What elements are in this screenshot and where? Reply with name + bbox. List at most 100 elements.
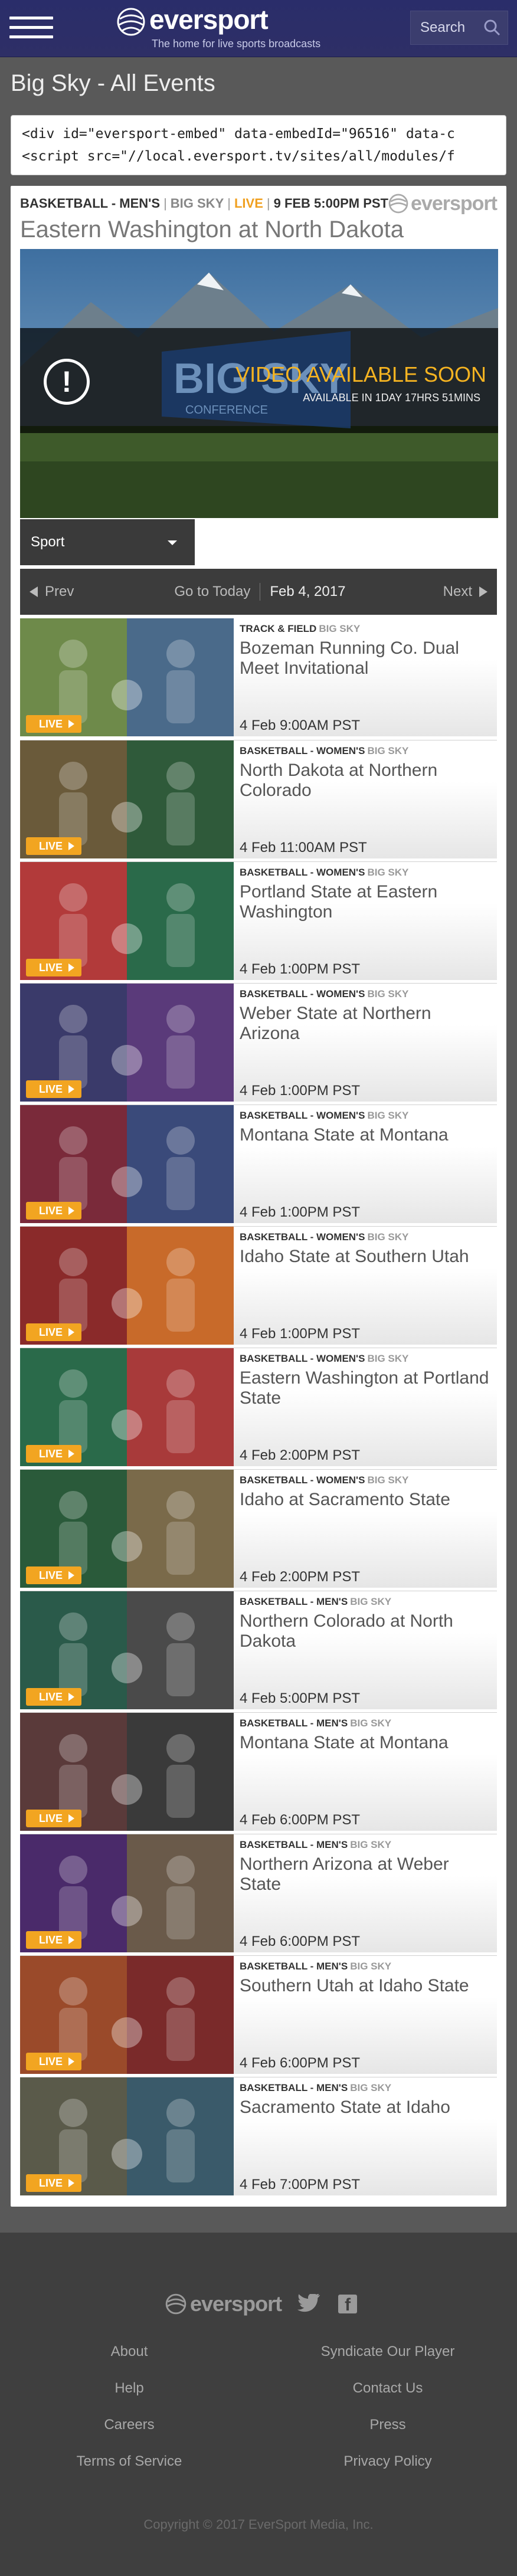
event-title[interactable]: Idaho State at Southern Utah xyxy=(240,1247,491,1267)
event-row[interactable]: LIVE BASKETBALL - MEN'S BIG SKY Sacramento … xyxy=(20,2077,497,2198)
twitter-icon[interactable] xyxy=(297,2294,320,2314)
event-sport: BASKETBALL - WOMEN'S xyxy=(240,1474,365,1486)
live-badge[interactable]: LIVE xyxy=(26,837,81,855)
event-thumbnail[interactable]: LIVE xyxy=(20,1470,234,1588)
event-row[interactable]: LIVE BASKETBALL - WOMEN'S BIG SKY Montana S… xyxy=(20,1105,497,1226)
embed-code-box[interactable]: <div id="eversport-embed" data-embedId="… xyxy=(11,115,506,175)
event-info: BASKETBALL - WOMEN'S BIG SKY Idaho at Sacr… xyxy=(234,1470,497,1588)
event-thumbnail[interactable]: LIVE xyxy=(20,984,234,1102)
live-label: LIVE xyxy=(39,1083,63,1095)
event-thumbnail[interactable]: LIVE xyxy=(20,1227,234,1345)
event-category: BASKETBALL - MEN'S BIG SKY xyxy=(240,1718,491,1729)
event-thumbnail[interactable]: LIVE xyxy=(20,618,234,736)
facebook-icon[interactable]: f xyxy=(338,2295,358,2315)
live-badge[interactable]: LIVE xyxy=(26,1931,81,1949)
event-title[interactable]: Southern Utah at Idaho State xyxy=(240,1976,491,1996)
video-player[interactable]: BIG SKY CONFERENCE ! VIDEO AVAILABLE SOO… xyxy=(20,249,498,518)
site-footer: eversport f About Syndicate Our Player Hel… xyxy=(0,2233,517,2576)
event-row[interactable]: LIVE BASKETBALL - WOMEN'S BIG SKY Idaho Sta… xyxy=(20,1226,497,1348)
event-thumbnail[interactable]: LIVE xyxy=(20,1834,234,1952)
play-icon xyxy=(68,1814,75,1823)
event-row[interactable]: LIVE TRACK & FIELD BIG SKY Bozeman Running … xyxy=(20,618,497,740)
footer-link[interactable]: Contact Us xyxy=(258,2380,517,2417)
live-badge[interactable]: LIVE xyxy=(26,2053,81,2070)
event-title[interactable]: Sacramento State at Idaho xyxy=(240,2097,491,2118)
search-icon[interactable] xyxy=(480,16,504,40)
event-row[interactable]: LIVE BASKETBALL - WOMEN'S BIG SKY North Dak… xyxy=(20,740,497,861)
event-thumbnail[interactable]: LIVE xyxy=(20,2077,234,2195)
event-row[interactable]: LIVE BASKETBALL - WOMEN'S BIG SKY Eastern W… xyxy=(20,1348,497,1469)
go-to-today-button[interactable]: Go to Today xyxy=(174,584,250,600)
event-title[interactable]: Weber State at Northern Arizona xyxy=(240,1004,491,1044)
footer-link[interactable]: Press xyxy=(258,2417,517,2453)
event-info: BASKETBALL - MEN'S BIG SKY Southern Utah a… xyxy=(234,1956,497,2074)
event-thumbnail[interactable]: LIVE xyxy=(20,1105,234,1223)
event-row[interactable]: LIVE BASKETBALL - MEN'S BIG SKY Montana Sta… xyxy=(20,1712,497,1834)
brand-logo[interactable]: eversport The home for live sports broad… xyxy=(116,4,352,51)
footer-link[interactable]: Help xyxy=(0,2380,258,2417)
live-badge[interactable]: LIVE xyxy=(26,1080,81,1098)
event-thumbnail[interactable]: LIVE xyxy=(20,1713,234,1831)
next-day-button[interactable]: Next xyxy=(443,584,487,600)
live-label: LIVE xyxy=(39,840,63,852)
eversport-logo-icon[interactable] xyxy=(165,2293,186,2315)
search-input[interactable] xyxy=(411,19,480,36)
footer-link[interactable]: Careers xyxy=(0,2417,258,2453)
event-row[interactable]: LIVE BASKETBALL - MEN'S BIG SKY Northern Co… xyxy=(20,1591,497,1712)
eversport-logo-icon xyxy=(117,8,145,36)
event-row[interactable]: LIVE BASKETBALL - MEN'S BIG SKY Northern Ar… xyxy=(20,1834,497,1955)
live-badge[interactable]: LIVE xyxy=(26,1688,81,1706)
footer-link[interactable]: Syndicate Our Player xyxy=(258,2344,517,2380)
event-row[interactable]: LIVE BASKETBALL - WOMEN'S BIG SKY Weber Sta… xyxy=(20,983,497,1105)
menu-icon[interactable] xyxy=(9,17,53,40)
footer-link[interactable]: About xyxy=(0,2344,258,2380)
next-label: Next xyxy=(443,584,472,599)
event-sport: BASKETBALL - WOMEN'S xyxy=(240,988,365,999)
live-badge[interactable]: LIVE xyxy=(26,1202,81,1220)
event-title[interactable]: Northern Colorado at North Dakota xyxy=(240,1611,491,1651)
event-thumbnail[interactable]: LIVE xyxy=(20,1348,234,1466)
event-title[interactable]: Eastern Washington at Portland State xyxy=(240,1368,491,1408)
sport-filter-select[interactable]: Sport xyxy=(20,519,195,565)
event-title[interactable]: Montana State at Montana xyxy=(240,1733,491,1753)
live-badge[interactable]: LIVE xyxy=(26,1566,81,1584)
prev-day-button[interactable]: Prev xyxy=(30,584,74,600)
event-title[interactable]: Northern Arizona at Weber State xyxy=(240,1854,491,1895)
event-title[interactable]: Montana State at Montana xyxy=(240,1125,491,1145)
event-time: 4 Feb 6:00PM PST xyxy=(240,1933,361,1949)
live-badge[interactable]: LIVE xyxy=(26,1445,81,1463)
event-time: 4 Feb 2:00PM PST xyxy=(240,1569,361,1585)
copyright: Copyright © 2017 EverSport Media, Inc. xyxy=(143,2517,374,2532)
live-badge[interactable]: LIVE xyxy=(26,715,81,733)
play-icon xyxy=(68,1328,75,1336)
event-category: BASKETBALL - WOMEN'S BIG SKY xyxy=(240,1231,491,1243)
current-date[interactable]: Feb 4, 2017 xyxy=(270,584,345,600)
event-category: BASKETBALL - MEN'S BIG SKY xyxy=(240,1596,491,1608)
footer-link[interactable]: Terms of Service xyxy=(0,2453,258,2490)
live-badge[interactable]: LIVE xyxy=(26,1810,81,1827)
event-row[interactable]: LIVE BASKETBALL - WOMEN'S BIG SKY Portland … xyxy=(20,861,497,983)
play-icon xyxy=(68,2057,75,2066)
live-badge[interactable]: LIVE xyxy=(26,959,81,976)
event-thumbnail[interactable]: LIVE xyxy=(20,1591,234,1709)
event-title[interactable]: Portland State at Eastern Washington xyxy=(240,882,491,922)
play-icon xyxy=(68,1450,75,1458)
event-title[interactable]: Idaho at Sacramento State xyxy=(240,1490,491,1510)
footer-link[interactable]: Privacy Policy xyxy=(258,2453,517,2490)
event-conference: BIG SKY xyxy=(350,2082,392,2093)
featured-datetime: 9 FEB 5:00PM PST xyxy=(273,196,388,211)
live-label: LIVE xyxy=(39,2177,63,2189)
event-row[interactable]: LIVE BASKETBALL - WOMEN'S BIG SKY Idaho at … xyxy=(20,1469,497,1591)
event-row[interactable]: LIVE BASKETBALL - MEN'S BIG SKY Southern Ut… xyxy=(20,1955,497,2077)
live-badge[interactable]: LIVE xyxy=(26,2174,81,2192)
event-thumbnail[interactable]: LIVE xyxy=(20,1956,234,2074)
event-title[interactable]: Bozeman Running Co. Dual Meet Invitation… xyxy=(240,638,491,679)
event-category: BASKETBALL - WOMEN'S BIG SKY xyxy=(240,988,491,1000)
event-thumbnail[interactable]: LIVE xyxy=(20,862,234,980)
live-badge[interactable]: LIVE xyxy=(26,1323,81,1341)
events-list: LIVE TRACK & FIELD BIG SKY Bozeman Running … xyxy=(20,618,497,2198)
play-icon xyxy=(68,842,75,850)
footer-brand[interactable]: eversport xyxy=(190,2292,282,2316)
event-title[interactable]: North Dakota at Northern Colorado xyxy=(240,761,491,801)
event-thumbnail[interactable]: LIVE xyxy=(20,740,234,858)
